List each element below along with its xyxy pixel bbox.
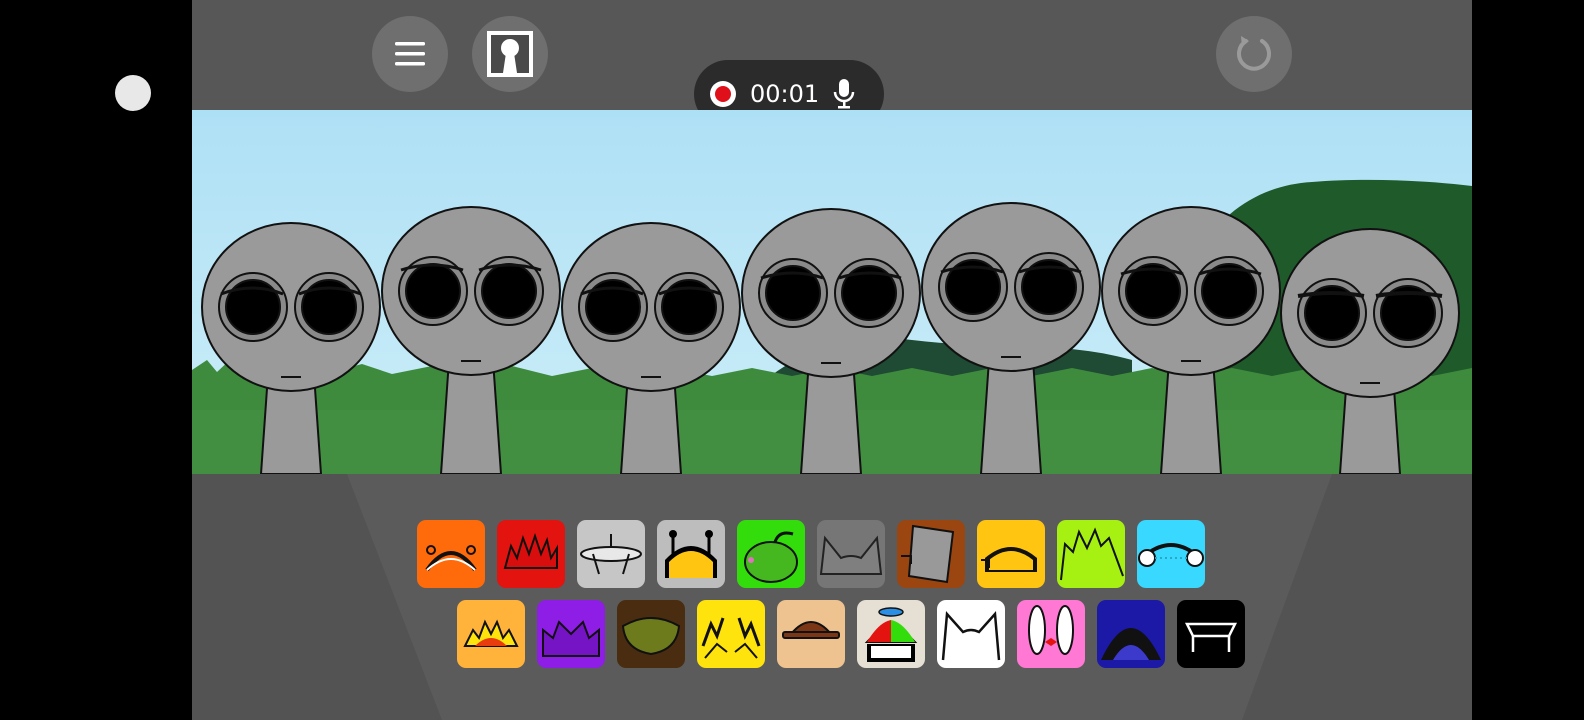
record-icon[interactable] [710,81,736,107]
refresh-icon [1237,36,1271,71]
cyan-headphones-sound[interactable] [1137,520,1205,588]
reset-button[interactable] [1216,16,1292,92]
sound-row-1 [417,520,1205,588]
sound-row-2 [457,600,1245,668]
recording-timer: 00:01 [750,80,820,108]
orange-antenna-sound[interactable] [417,520,485,588]
brown-nest-sound[interactable] [617,600,685,668]
hamburger-menu-icon [395,42,425,66]
navy-dome-sound[interactable] [1097,600,1165,668]
gray-cat-ears-sound[interactable] [817,520,885,588]
purple-horns-sound[interactable] [537,600,605,668]
gray-robot-sound[interactable] [657,520,725,588]
character-select-button[interactable] [472,16,548,92]
right-black-bar [1472,0,1584,720]
microphone-icon[interactable] [833,78,855,110]
pink-bunny-sound[interactable] [1017,600,1085,668]
silver-saucer-sound[interactable] [577,520,645,588]
left-black-bar [0,0,192,720]
yellow-lightning-sound[interactable] [697,600,765,668]
red-spiky-sound[interactable] [497,520,565,588]
floating-assist-dot[interactable] [115,75,151,111]
keyhole-character-icon [487,31,533,77]
brown-bucket-sound[interactable] [897,520,965,588]
white-cat-sound[interactable] [937,600,1005,668]
tan-hat-sound[interactable] [777,600,845,668]
propeller-cap-sound[interactable] [857,600,925,668]
black-frame-sound[interactable] [1177,600,1245,668]
menu-button[interactable] [372,16,448,92]
game-area: 00:01 [192,0,1472,720]
green-pepper-sound[interactable] [737,520,805,588]
stage-scene [192,110,1472,474]
lime-spiky-sound[interactable] [1057,520,1125,588]
sound-tray-floor [192,474,1472,720]
orange-sun-sound[interactable] [457,600,525,668]
yellow-cap-sound[interactable] [977,520,1045,588]
